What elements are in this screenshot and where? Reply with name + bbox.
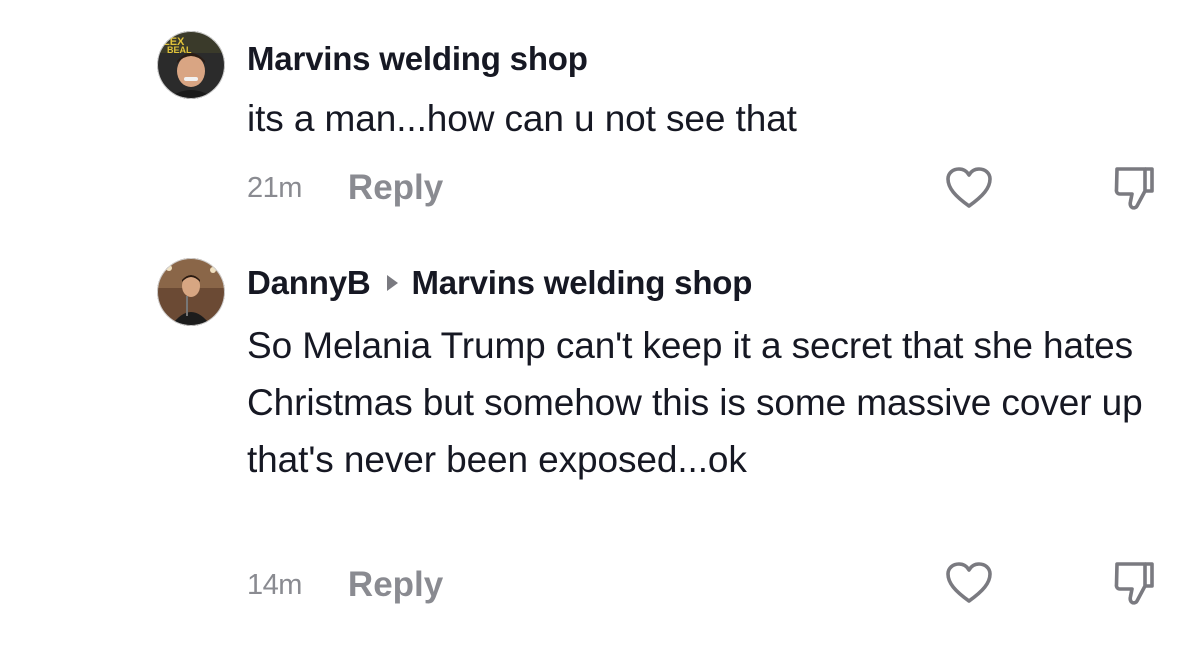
- comment-header: DannyB Marvins welding shop: [247, 264, 752, 302]
- reply-to-username[interactable]: Marvins welding shop: [412, 264, 753, 302]
- dislike-button[interactable]: [1106, 160, 1162, 216]
- comment-header: Marvins welding shop: [247, 40, 588, 78]
- timestamp: 21m: [247, 171, 302, 204]
- like-button[interactable]: [941, 160, 997, 216]
- username[interactable]: DannyB: [247, 264, 371, 302]
- avatar[interactable]: LEX BEAL: [157, 31, 225, 99]
- thumbs-down-outline-icon: [1114, 562, 1154, 605]
- comment-meta: 14m Reply: [247, 565, 443, 605]
- like-button[interactable]: [941, 555, 997, 611]
- heart-outline-icon: [946, 562, 992, 603]
- dislike-button[interactable]: [1106, 555, 1162, 611]
- avatar[interactable]: [157, 258, 225, 326]
- heart-outline-icon: [946, 167, 992, 208]
- comment-meta: 21m Reply: [247, 168, 443, 208]
- reply-to-arrow-icon: [386, 275, 398, 291]
- username[interactable]: Marvins welding shop: [247, 40, 588, 78]
- reply-button[interactable]: Reply: [348, 565, 443, 605]
- comment-text: its a man...how can u not see that: [247, 98, 797, 139]
- reply-button[interactable]: Reply: [348, 168, 443, 208]
- thumbs-down-outline-icon: [1114, 167, 1154, 210]
- timestamp: 14m: [247, 568, 302, 601]
- comment-text: So Melania Trump can't keep it a secret …: [247, 325, 1143, 480]
